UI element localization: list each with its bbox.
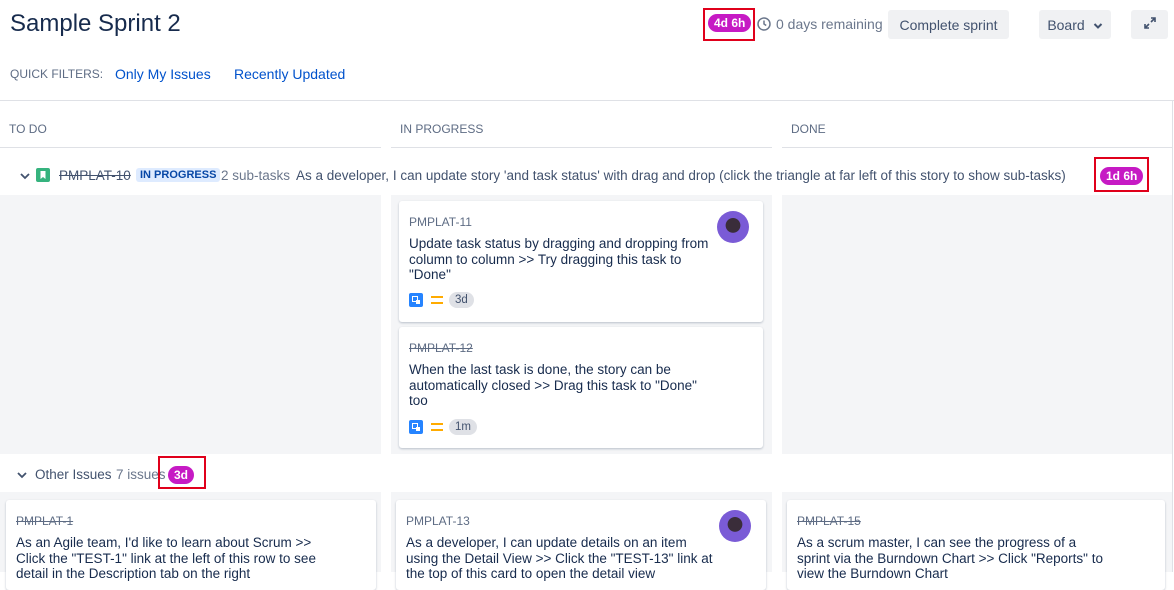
- days-remaining: 0 days remaining: [776, 16, 883, 32]
- highlight-box: [703, 8, 755, 41]
- chevron-down-icon: [16, 468, 28, 485]
- column-header-in-progress: IN PROGRESS: [400, 122, 484, 136]
- priority-medium-icon: [431, 423, 443, 431]
- complete-sprint-button[interactable]: Complete sprint: [888, 10, 1009, 39]
- issue-card[interactable]: PMPLAT-11 Update task status by dragging…: [399, 201, 763, 322]
- issue-summary: Update task status by dragging and dropp…: [409, 236, 709, 282]
- divider: [391, 147, 772, 148]
- issue-key[interactable]: PMPLAT-15: [797, 514, 861, 528]
- swimlane-summary: As a developer, I can update story 'and …: [296, 168, 1066, 183]
- subtask-icon: [409, 420, 423, 434]
- chevron-down-icon: [1093, 17, 1103, 33]
- avatar: [717, 211, 749, 243]
- avatar: [719, 510, 751, 542]
- column-header-done: DONE: [791, 122, 826, 136]
- sprint-title: Sample Sprint 2: [10, 10, 181, 37]
- divider: [1172, 100, 1173, 572]
- subtask-icon: [409, 293, 423, 307]
- other-issues-label: Other Issues: [35, 467, 112, 482]
- issue-card[interactable]: PMPLAT-1 As an Agile team, I'd like to l…: [6, 500, 376, 590]
- subtasks-count: 2 sub-tasks: [221, 168, 291, 183]
- swimlane-collapse-toggle[interactable]: [19, 169, 31, 181]
- swimlane-collapse-toggle[interactable]: [16, 468, 28, 480]
- fullscreen-button[interactable]: [1131, 10, 1168, 39]
- status-badge: IN PROGRESS: [136, 168, 221, 182]
- issue-summary: As an Agile team, I'd like to learn abou…: [16, 535, 316, 581]
- clock-icon: [757, 17, 771, 31]
- swimlane-issue-key[interactable]: PMPLAT-10: [59, 168, 131, 183]
- priority-medium-icon: [431, 296, 443, 304]
- highlight-box: [1094, 157, 1149, 192]
- story-icon: [36, 168, 50, 182]
- filter-recently-updated[interactable]: Recently Updated: [234, 66, 345, 82]
- column-header-todo: TO DO: [9, 122, 47, 136]
- quick-filters-label: QUICK FILTERS:: [10, 67, 104, 81]
- estimate-badge: 3d: [449, 292, 474, 308]
- issue-card[interactable]: PMPLAT-12 When the last task is done, th…: [399, 327, 763, 448]
- divider: [0, 147, 381, 148]
- done-column-area[interactable]: [782, 195, 1172, 454]
- issue-key[interactable]: PMPLAT-12: [409, 341, 473, 355]
- issue-key[interactable]: PMPLAT-11: [409, 215, 472, 229]
- estimate-badge: 1m: [449, 419, 477, 435]
- divider: [0, 100, 1174, 101]
- issue-key[interactable]: PMPLAT-1: [16, 514, 73, 528]
- issue-summary: As a scrum master, I can see the progres…: [797, 535, 1103, 581]
- filter-only-my-issues[interactable]: Only My Issues: [115, 66, 211, 82]
- issue-card[interactable]: PMPLAT-15 As a scrum master, I can see t…: [787, 500, 1165, 590]
- issue-card[interactable]: PMPLAT-13 As a developer, I can update d…: [396, 500, 766, 590]
- highlight-box: [158, 456, 206, 489]
- chevron-down-icon: [19, 169, 31, 186]
- issue-key[interactable]: PMPLAT-13: [406, 514, 470, 528]
- issue-summary: When the last task is done, the story ca…: [409, 362, 697, 408]
- todo-column-area[interactable]: [0, 195, 381, 454]
- issue-summary: As a developer, I can update details on …: [406, 535, 713, 581]
- board-dropdown-button[interactable]: Board: [1039, 10, 1111, 39]
- expand-icon: [1143, 16, 1157, 33]
- divider: [782, 147, 1172, 148]
